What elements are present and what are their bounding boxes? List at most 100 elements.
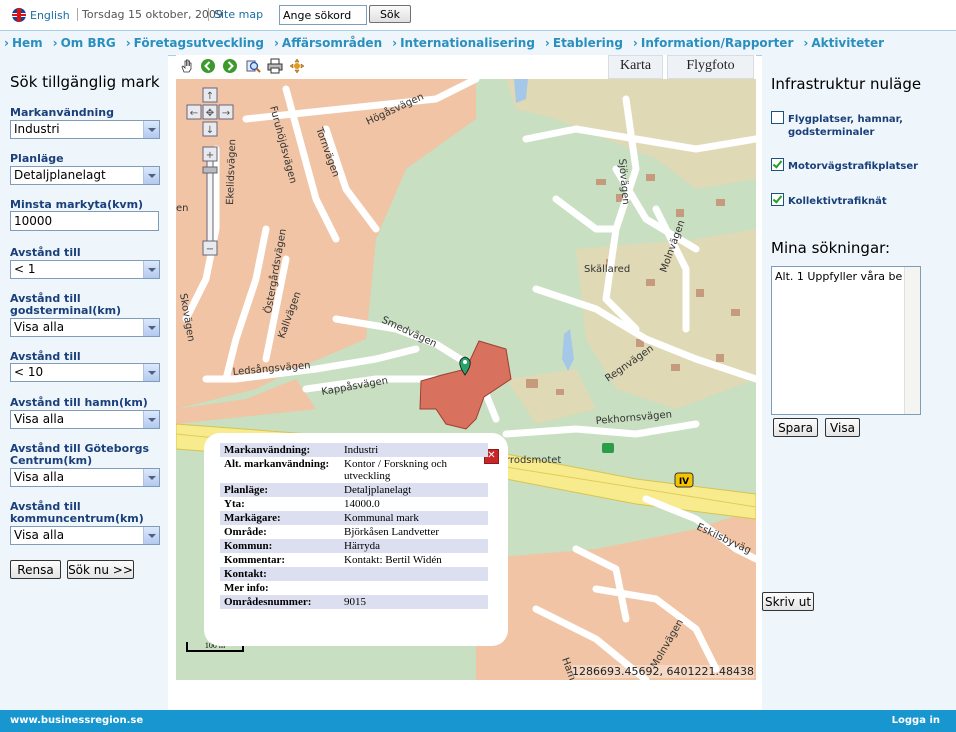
print-button[interactable]: Skriv ut — [762, 592, 814, 611]
login-link[interactable]: Logga in — [892, 715, 940, 726]
chevron-down-icon — [143, 411, 159, 428]
parcel-info-row: Kommun: Härryda — [220, 539, 488, 553]
svg-text:+: + — [206, 150, 214, 161]
svg-text:IV: IV — [679, 477, 689, 487]
parcel-info-row: Markägare: Kommunal mark — [220, 511, 488, 525]
footer-site-link[interactable]: www.businessregion.se — [10, 715, 143, 726]
godsterminal-select[interactable]: Visa alla — [10, 318, 160, 337]
chevron-down-icon — [143, 261, 159, 278]
nav-item-affarsomraden[interactable]: › Affärsområden — [274, 36, 382, 50]
site-search-button[interactable]: Sök — [369, 5, 411, 23]
move-icon[interactable] — [289, 58, 305, 74]
street-label-kappasvagen: Kappåsvägen — [320, 373, 389, 398]
parcel-info-table: Markanvändning: Industri Alt. markanvändni… — [220, 443, 488, 609]
nav-item-foretagsutveckling[interactable]: › Företagsutveckling — [126, 36, 264, 50]
markyta-input[interactable]: 10000 — [10, 211, 159, 231]
show-button[interactable]: Visa — [825, 418, 860, 437]
tab-flygfoto[interactable]: Flygfoto — [667, 55, 754, 79]
parcel-info-row: Områdesnummer: 9015 — [220, 595, 488, 609]
infrastructure-title: Infrastruktur nuläge — [771, 75, 922, 93]
search-panel-title: Sök tillgänglig mark — [10, 73, 160, 91]
svg-text:✥: ✥ — [206, 108, 214, 119]
parcel-info-row: Yta: 14000.0 — [220, 497, 488, 511]
checkbox-flygplatser[interactable] — [771, 111, 784, 124]
map-toolbar: Karta Flygfoto — [176, 55, 756, 79]
parcel-info-key: Mer info: — [224, 582, 269, 594]
nav-item-hem[interactable]: › Hem — [4, 36, 43, 50]
goteborg-label: Avstånd till Göteborgs Centrum(km) — [10, 442, 150, 467]
forward-icon[interactable] — [222, 58, 238, 74]
back-icon[interactable] — [200, 58, 216, 74]
current-date: Torsdag 15 oktober, 2009 — [77, 8, 223, 21]
nav-item-om-brg[interactable]: › Om BRG — [53, 36, 116, 50]
my-searches-textarea[interactable]: Alt. 1 Uppfyller våra beh — [771, 266, 921, 415]
map-panel: Karta Flygfoto ↑ ← ✥ → ↓ + − Högåsvägen … — [176, 55, 756, 680]
zoom-search-icon[interactable] — [245, 58, 261, 74]
nav-item-information-rapporter[interactable]: › Information/Rapporter — [633, 36, 793, 50]
search-now-button[interactable]: Sök nu >> — [67, 560, 134, 579]
nav-item-etablering[interactable]: › Etablering — [545, 36, 623, 50]
parcel-info-key: Alt. markanvändning: — [224, 458, 330, 470]
huvudvag-select[interactable]: < 1 — [10, 260, 160, 279]
checkbox-kollektivtrafik-label: Kollektivtrafiknät — [788, 196, 887, 207]
checkbox-motorvag[interactable] — [771, 158, 784, 171]
reset-button[interactable]: Rensa — [10, 560, 61, 579]
parcel-info-key: Markanvändning: — [220, 443, 340, 457]
parcel-info-value — [340, 567, 488, 581]
save-button[interactable]: Spara — [773, 418, 818, 437]
parcel-info-popup: ✕ Markanvändning: Industri Alt. markanvänd… — [204, 433, 508, 646]
uk-flag-icon — [12, 8, 26, 22]
hamn-select[interactable]: Visa alla — [10, 410, 160, 429]
parcel-info-row: Kommentar: Kontakt: Bertil Widén — [220, 553, 488, 567]
street-label-frodsmotet: rrodsmotet — [506, 455, 561, 466]
checkbox-flygplatser-label: Flygplatser, hamnar, godsterminaler — [788, 114, 903, 138]
markyta-label: Minsta markyta(kvm) — [10, 198, 144, 211]
print-icon[interactable] — [267, 58, 283, 74]
parcel-info-value: Härryda — [340, 539, 488, 553]
chevron-down-icon — [143, 319, 159, 336]
parcel-info-key: Kommun: — [220, 539, 340, 553]
search-panel: Sök tillgänglig mark Markanvändning Indu… — [0, 55, 168, 710]
nav-item-internationalisering[interactable]: › Internationalisering — [392, 36, 535, 50]
parcel-info-value: Kontor / Forskning och utveckling — [344, 458, 447, 482]
planlage-select[interactable]: Detaljplanelagt — [10, 166, 160, 185]
infrastructure-panel: Infrastruktur nuläge Flygplatser, hamnar… — [762, 55, 956, 710]
sitemap-link[interactable]: Site map — [208, 8, 263, 21]
parcel-info-key: Planläge: — [220, 483, 340, 497]
flygplats-select[interactable]: < 10 — [10, 363, 160, 382]
tab-karta[interactable]: Karta — [608, 55, 663, 79]
kommuncentrum-select[interactable]: Visa alla — [10, 526, 160, 545]
parcel-info-row: Alt. markanvändning: Kontor / Forskning o… — [220, 457, 488, 483]
parcel-info-key: Markägare: — [220, 511, 340, 525]
map-canvas[interactable]: ↑ ← ✥ → ↓ + − Högåsvägen Furuhöjdsvägen Tornv… — [176, 79, 756, 680]
site-search-input[interactable] — [279, 5, 367, 25]
parcel-info-row: Kontakt: — [220, 567, 488, 581]
my-searches-text: Alt. 1 Uppfyller våra beh — [775, 270, 903, 283]
hand-pan-icon[interactable] — [179, 58, 195, 74]
godsterminal-label: Avstånd till godsterminal(km) — [10, 292, 122, 317]
svg-text:←: ← — [190, 108, 198, 119]
svg-text:−: − — [206, 244, 214, 255]
checkbox-kollektivtrafik[interactable] — [771, 193, 784, 206]
english-language-link[interactable]: English — [12, 8, 70, 22]
street-label-smedvagen: Smedvägen — [380, 315, 439, 350]
goteborg-select[interactable]: Visa alla — [10, 468, 160, 487]
nav-item-aktiviteter[interactable]: › Aktiviteter — [803, 36, 884, 50]
parcel-info-key: Område: — [224, 526, 267, 538]
my-searches-title: Mina sökningar: — [771, 239, 891, 257]
markanvandning-select[interactable]: Industri — [10, 120, 160, 139]
parcel-info-value: 9015 — [340, 595, 488, 609]
parcel-info-value: Industri — [340, 443, 488, 457]
footer: www.businessregion.se Logga in — [0, 710, 956, 732]
parcel-info-value — [340, 581, 488, 595]
chevron-down-icon — [143, 364, 159, 381]
parcel-info-row: Planläge: Detaljplanelagt — [220, 483, 488, 497]
svg-text:→: → — [222, 108, 230, 119]
textarea-scrollbar[interactable] — [904, 267, 920, 414]
street-label-pekhornsvagen: Pekhornsvägen — [595, 409, 672, 427]
parcel-info-value: 14000.0 — [344, 498, 380, 510]
map-coordinates: 1286693.45692, 6401221.48438 — [572, 665, 754, 678]
parcel-info-key: Yta: — [224, 498, 245, 510]
parcel-info-key: Områdesnummer: — [220, 595, 340, 609]
chevron-down-icon — [143, 167, 159, 184]
